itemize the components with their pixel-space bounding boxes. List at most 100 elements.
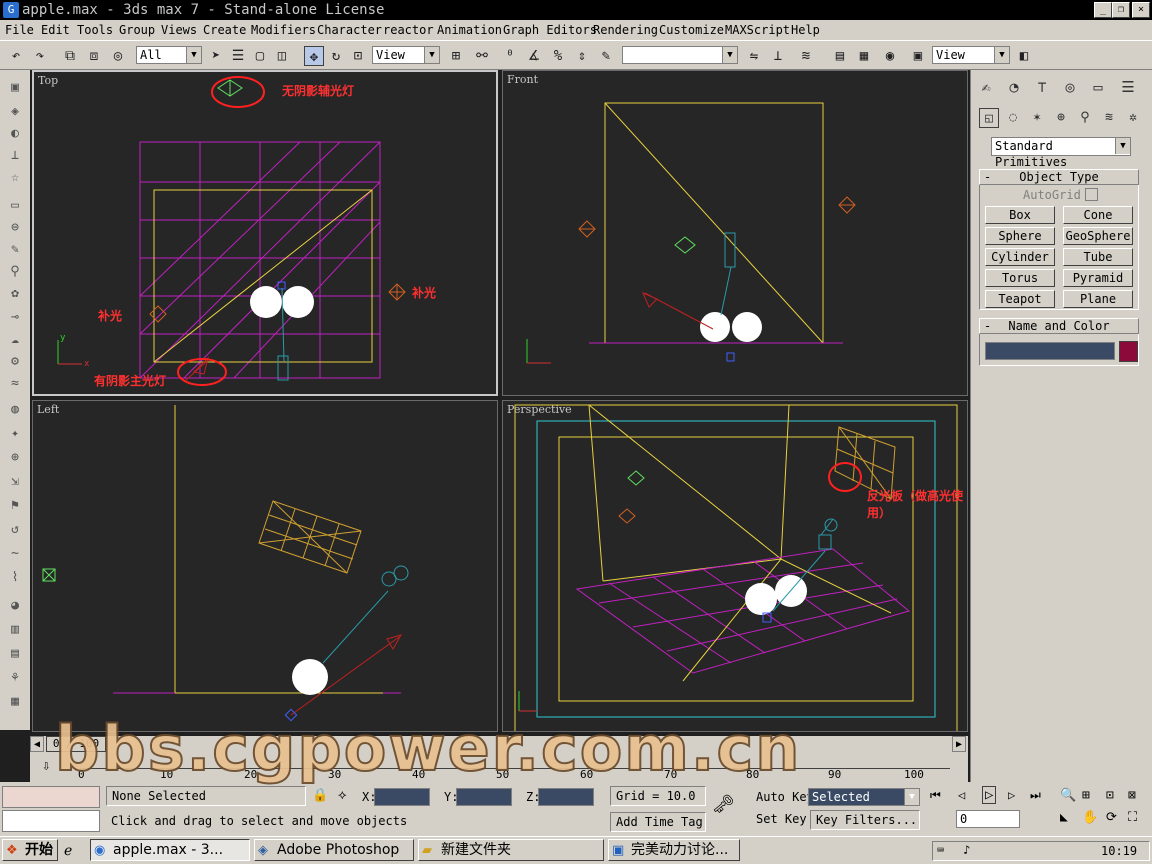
render-scene-icon[interactable]: ▣	[908, 46, 928, 66]
task-browser[interactable]: ▣ 完美动力讨论...	[608, 839, 740, 861]
slider-next-icon[interactable]: ▶	[952, 736, 966, 752]
x-coordinate-input[interactable]	[374, 788, 430, 806]
snap-toggle-icon[interactable]: ⁰	[500, 46, 520, 66]
select-and-move-icon[interactable]: ✥	[304, 46, 324, 66]
menu-tools[interactable]: Tools	[77, 23, 113, 37]
auto-key-button[interactable]: Auto Key	[756, 790, 814, 804]
viewport-front[interactable]: Front	[502, 70, 968, 396]
strip-tool-icon[interactable]: ≈	[5, 376, 25, 394]
add-time-tag[interactable]: Add Time Tag	[610, 812, 706, 832]
motion-tab-icon[interactable]: ◎	[1059, 76, 1081, 98]
task-photoshop[interactable]: ◈ Adobe Photoshop	[254, 839, 414, 861]
strip-tool-icon[interactable]: ⊕	[5, 450, 25, 468]
object-color-swatch[interactable]	[1119, 341, 1138, 362]
create-tab-icon[interactable]: ✍	[975, 76, 997, 98]
zoom-extents-all-icon[interactable]: ⊠	[1128, 788, 1136, 803]
strip-tool-icon[interactable]: ☁	[5, 332, 25, 350]
viewport-perspective[interactable]: Perspective 反光板（做高光使用）	[502, 400, 968, 732]
next-frame-icon[interactable]: ▷	[1008, 788, 1015, 802]
hierarchy-tab-icon[interactable]: ⊤	[1031, 76, 1053, 98]
key-mode-dropdown[interactable]: Selected ▼	[808, 788, 920, 806]
display-tab-icon[interactable]: ▭	[1087, 76, 1109, 98]
menu-character[interactable]: Character	[317, 23, 382, 37]
unlink-icon[interactable]: ⧈	[84, 46, 104, 66]
strip-tool-icon[interactable]: ∼	[5, 546, 25, 564]
menu-group[interactable]: Group	[119, 23, 155, 37]
task-folder[interactable]: ▰ 新建文件夹	[418, 839, 604, 861]
strip-tool-icon[interactable]: ⊸	[5, 310, 25, 328]
strip-tool-icon[interactable]: ✎	[5, 242, 25, 260]
maxscript-input[interactable]	[2, 810, 100, 832]
curve-editor-icon[interactable]: ▤	[830, 46, 850, 66]
space-warps-icon[interactable]: ≋	[1099, 108, 1119, 128]
tube-button[interactable]: Tube	[1063, 248, 1133, 266]
teapot-button[interactable]: Teapot	[985, 290, 1055, 308]
selection-filter-dropdown[interactable]: All ▼	[136, 46, 202, 64]
field-of-view-icon[interactable]: ◣	[1060, 810, 1068, 825]
utilities-tab-icon[interactable]: ☰	[1117, 76, 1139, 98]
close-button[interactable]: ×	[1132, 2, 1150, 18]
strip-tool-icon[interactable]: ⚑	[5, 498, 25, 516]
strip-tool-icon[interactable]: ◍	[5, 402, 25, 420]
slider-prev-icon[interactable]: ◀	[30, 736, 44, 752]
zoom-extents-icon[interactable]: ⊡	[1106, 788, 1114, 803]
volume-icon[interactable]: ♪	[963, 843, 970, 857]
link-icon[interactable]: ⧉	[60, 46, 80, 66]
menu-customize[interactable]: Customize	[659, 23, 724, 37]
strip-tool-icon[interactable]: ☆	[5, 170, 25, 188]
schematic-view-icon[interactable]: ▦	[854, 46, 874, 66]
pivot-center-icon[interactable]: ⊞	[446, 46, 466, 66]
select-and-rotate-icon[interactable]: ↻	[326, 46, 346, 66]
helpers-icon[interactable]: ⚲	[1075, 108, 1095, 128]
menu-edit[interactable]: Edit	[41, 23, 70, 37]
menu-help[interactable]: Help	[791, 23, 820, 37]
menu-views[interactable]: Views	[161, 23, 197, 37]
maximize-viewport-icon[interactable]: ⛶	[1128, 810, 1137, 825]
strip-tool-icon[interactable]: ⚘	[5, 670, 25, 688]
absolute-mode-icon[interactable]: ⟡	[338, 788, 347, 803]
strip-tool-icon[interactable]: ↺	[5, 522, 25, 540]
strip-tool-icon[interactable]: ⚙	[5, 354, 25, 372]
strip-tool-icon[interactable]: ▭	[5, 198, 25, 216]
lock-selection-icon[interactable]: 🔒	[312, 788, 328, 803]
strip-tool-icon[interactable]: ▦	[5, 694, 25, 712]
name-color-title[interactable]: - Name and Color	[979, 318, 1139, 334]
percent-snap-icon[interactable]: %	[548, 46, 568, 66]
object-type-title[interactable]: - Object Type	[979, 169, 1139, 185]
current-frame-input[interactable]: 0	[956, 810, 1020, 828]
geometry-icon[interactable]: ◱	[979, 108, 999, 128]
task-3dsmax[interactable]: ◉ apple.max - 3...	[90, 839, 250, 861]
cameras-icon[interactable]: ⊕	[1051, 108, 1071, 128]
autogrid-checkbox[interactable]	[1085, 188, 1098, 201]
category-dropdown[interactable]: Standard Primitives ▼	[991, 137, 1131, 169]
spinner-snap-icon[interactable]: ⇕	[572, 46, 592, 66]
menu-modifiers[interactable]: Modifiers	[251, 23, 316, 37]
goto-end-icon[interactable]: ⏭	[1030, 788, 1041, 803]
quick-render-icon[interactable]: ◧	[1014, 46, 1034, 66]
menu-reactor[interactable]: reactor	[383, 23, 434, 37]
strip-tool-icon[interactable]: ✿	[5, 286, 25, 304]
layer-manager-icon[interactable]: ≋	[796, 46, 816, 66]
strip-tool-icon[interactable]: ▣	[5, 80, 25, 98]
ie-quicklaunch-icon[interactable]: ℯ	[64, 843, 72, 859]
prev-frame-icon[interactable]: ◁	[958, 788, 965, 802]
lights-icon[interactable]: ✶	[1027, 108, 1047, 128]
z-coordinate-input[interactable]	[538, 788, 594, 806]
maxscript-listener-mini[interactable]	[2, 786, 100, 808]
modify-tab-icon[interactable]: ◔	[1003, 76, 1025, 98]
sphere-button[interactable]: Sphere	[985, 227, 1055, 245]
align-icon[interactable]: ⊥	[768, 46, 788, 66]
keyboard-icon[interactable]: ⌨	[937, 843, 944, 857]
zoom-icon[interactable]: 🔍	[1060, 788, 1076, 803]
track-bar-toggle-icon[interactable]: ⇩	[42, 758, 50, 774]
angle-snap-icon[interactable]: ∡	[524, 46, 544, 66]
menu-rendering[interactable]: Rendering	[593, 23, 658, 37]
strip-tool-icon[interactable]: ◕	[5, 598, 25, 616]
key-filters-button[interactable]: Key Filters...	[810, 810, 920, 830]
edit-named-selections-icon[interactable]: ✎	[596, 46, 616, 66]
y-coordinate-input[interactable]	[456, 788, 512, 806]
menu-animation[interactable]: Animation	[437, 23, 502, 37]
strip-tool-icon[interactable]: ⊥	[5, 148, 25, 166]
pyramid-button[interactable]: Pyramid	[1063, 269, 1133, 287]
key-icon[interactable]: 🗝	[712, 794, 735, 815]
